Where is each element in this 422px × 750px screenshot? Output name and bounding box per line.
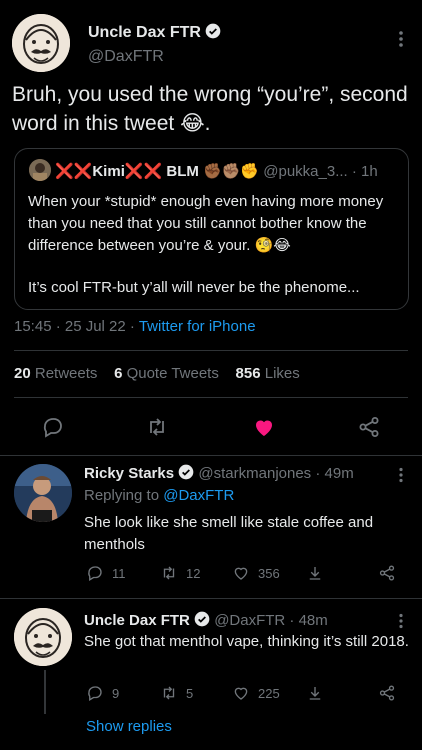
divider	[14, 397, 408, 398]
reply-icon	[88, 566, 102, 581]
retweet-button[interactable]	[140, 410, 174, 444]
quote-text-continued: It’s cool FTR-but y’all will never be th…	[28, 279, 360, 296]
replying-to-handle[interactable]: @DaxFTR	[163, 487, 234, 504]
like-button[interactable]: 225	[232, 684, 280, 702]
share-button[interactable]	[378, 684, 404, 702]
tweet-text: Bruh, you used the wrong “you’re”, secon…	[12, 83, 408, 135]
divider	[0, 455, 422, 456]
tweet-stats: 20 Retweets 6 Quote Tweets 856 Likes	[14, 365, 300, 382]
replying-prefix: Replying to	[84, 487, 164, 504]
like-button[interactable]: 356	[232, 564, 280, 582]
divider	[0, 598, 422, 599]
more-icon[interactable]	[398, 467, 404, 483]
quote-text: When your *stupid* enough even having mo…	[28, 193, 384, 254]
download-icon	[309, 687, 321, 700]
verified-icon	[194, 611, 210, 627]
share-icon	[379, 565, 395, 581]
reply-handle-time[interactable]: @DaxFTR · 48m	[214, 612, 328, 629]
like-button[interactable]	[247, 410, 281, 444]
reply-button[interactable]: 9	[86, 684, 119, 702]
retweet-count: 5	[186, 685, 194, 701]
share-button[interactable]	[352, 410, 386, 444]
reply-actions: 9 5 225	[84, 684, 404, 706]
retweets-count: 20	[14, 365, 31, 382]
reply-author-avatar[interactable]	[14, 464, 72, 522]
tweet-actions	[0, 410, 422, 444]
reply-count: 9	[112, 685, 120, 701]
like-count: 356	[258, 565, 280, 581]
verified-icon	[178, 464, 194, 480]
tweet-timestamp[interactable]: 15:45 · 25 Jul 22 ·	[14, 318, 139, 335]
download-button[interactable]	[306, 684, 332, 702]
likes-count: 856	[235, 365, 261, 382]
like-icon	[234, 567, 248, 580]
share-button[interactable]	[378, 564, 404, 582]
retweet-button[interactable]: 5	[160, 684, 193, 702]
retweet-icon	[163, 566, 175, 580]
reply-author-name[interactable]: Uncle Dax FTR	[84, 612, 190, 629]
quotes-label: Quote Tweets	[122, 365, 219, 382]
reply-button[interactable]: 11	[86, 564, 126, 582]
author-handle[interactable]: @DaxFTR	[88, 48, 164, 66]
reply-author-name[interactable]: Ricky Starks	[84, 465, 174, 482]
quotes-stat[interactable]: 6 Quote Tweets	[114, 365, 219, 382]
reply-text: She look like she smell like stale coffe…	[84, 514, 374, 553]
like-count: 225	[258, 685, 280, 701]
tweet-source[interactable]: Twitter for iPhone	[139, 318, 256, 335]
quote-time: · 1h	[347, 163, 378, 180]
reply-author-avatar[interactable]	[14, 608, 72, 666]
reply-header: Ricky Starks @starkmanjones · 49m	[84, 464, 354, 482]
share-icon	[379, 685, 395, 701]
quote-author-handle[interactable]: @pukka_3...	[263, 163, 347, 180]
verified-icon	[206, 23, 221, 39]
thread-line	[44, 670, 46, 714]
quote-author-avatar[interactable]	[29, 159, 51, 181]
reply-handle-time[interactable]: @starkmanjones · 49m	[198, 465, 353, 482]
reply-actions: 11 12 356	[84, 564, 404, 586]
share-icon	[359, 417, 379, 437]
replying-to: Replying to @DaxFTR	[84, 487, 234, 504]
retweets-label: Retweets	[30, 365, 98, 382]
tweet-meta: 15:45 · 25 Jul 22 · Twitter for iPhone	[14, 318, 256, 335]
like-icon	[234, 687, 248, 700]
reply-text: She got that menthol vape, thinking it’s…	[84, 633, 409, 650]
download-icon	[309, 567, 321, 580]
retweet-button[interactable]: 12	[160, 564, 200, 582]
retweet-count: 12	[186, 565, 201, 581]
retweet-icon	[150, 418, 164, 436]
author-name[interactable]: Uncle Dax FTR	[88, 23, 221, 42]
reply-header: Uncle Dax FTR @DaxFTR · 48m	[84, 611, 328, 629]
reply-icon	[88, 686, 102, 701]
author-avatar[interactable]	[12, 14, 70, 72]
quoted-tweet[interactable]: ❌❌Kimi❌❌ BLM ✊🏾✊🏽✊ @pukka_3... · 1h When…	[14, 148, 409, 310]
author-name-text[interactable]: Uncle Dax FTR	[88, 24, 201, 41]
show-replies-link[interactable]: Show replies	[86, 718, 172, 735]
divider	[14, 350, 408, 351]
more-icon[interactable]	[398, 613, 404, 629]
quote-author-name[interactable]: ❌❌Kimi❌❌ BLM ✊🏾✊🏽✊	[55, 163, 259, 180]
likes-label: Likes	[260, 365, 300, 382]
reply-button[interactable]	[36, 410, 70, 444]
retweets-stat[interactable]: 20 Retweets	[14, 365, 97, 382]
like-icon	[256, 420, 272, 436]
download-button[interactable]	[306, 564, 332, 582]
reply-icon	[43, 418, 62, 438]
retweet-icon	[163, 686, 175, 700]
more-icon[interactable]	[398, 30, 404, 48]
likes-stat[interactable]: 856 Likes	[236, 365, 300, 382]
quote-header: ❌❌Kimi❌❌ BLM ✊🏾✊🏽✊ @pukka_3... · 1h	[55, 162, 378, 180]
reply-count: 11	[112, 565, 126, 581]
